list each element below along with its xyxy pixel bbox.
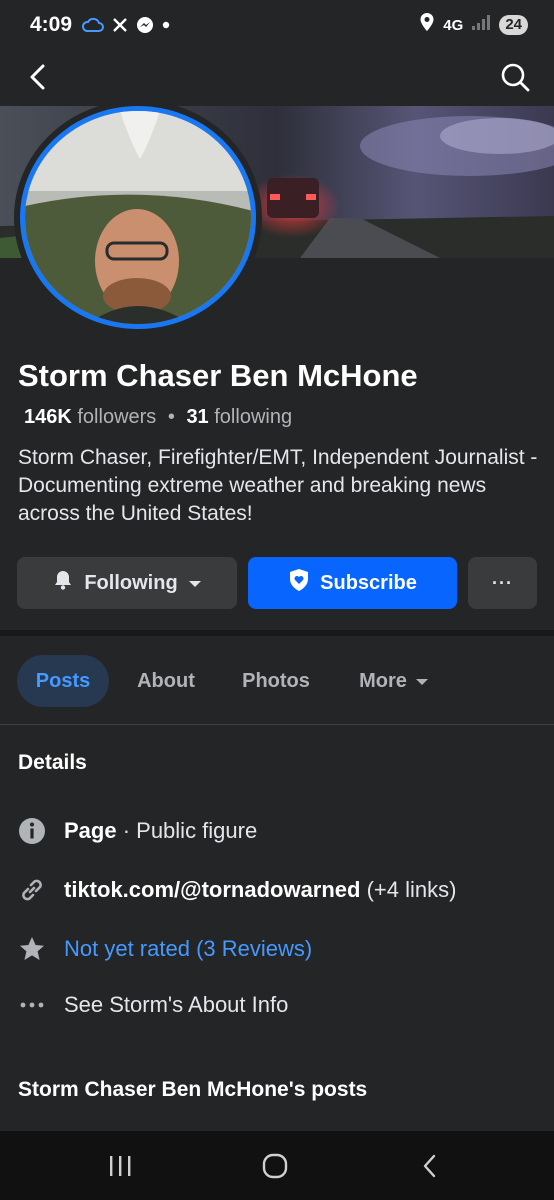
detail-row-link[interactable]: tiktok.com/@tornadowarned (+4 links) (0, 870, 554, 910)
detail-row-about[interactable]: See Storm's About Info (0, 985, 554, 1025)
more-dots-icon (18, 991, 46, 1019)
subscribe-button[interactable]: Subscribe (248, 557, 457, 609)
tab-about[interactable]: About (118, 655, 214, 707)
see-about-info[interactable]: See Storm's About Info (64, 992, 288, 1018)
followers-count[interactable]: 146K (24, 406, 72, 428)
home-icon[interactable] (255, 1151, 295, 1181)
status-time: 4:09 (30, 13, 73, 36)
system-nav-bar (0, 1131, 554, 1200)
network-label: 4G (443, 16, 464, 34)
following-label: Following (84, 571, 178, 594)
search-icon[interactable] (498, 60, 532, 94)
tab-about-label: About (137, 669, 195, 692)
bell-icon (52, 569, 74, 597)
shield-heart-icon (288, 568, 310, 598)
page-category: Page · Public figure (64, 818, 257, 844)
website-link-url[interactable]: tiktok.com/@tornadowarned (64, 877, 360, 902)
tab-posts-label: Posts (35, 669, 91, 692)
following-label[interactable]: following (214, 406, 292, 428)
back-arrow-icon[interactable] (22, 60, 56, 94)
page-category-value: · Public figure (116, 818, 258, 843)
tab-photos-label: Photos (242, 669, 310, 692)
stats-separator: • (167, 406, 175, 428)
website-link[interactable]: tiktok.com/@tornadowarned (+4 links) (64, 877, 456, 903)
tabs-divider (0, 724, 554, 725)
following-button[interactable]: Following (17, 557, 237, 609)
tab-more-label: More (359, 669, 407, 692)
section-divider (0, 630, 554, 636)
detail-row-rating[interactable]: Not yet rated (3 Reviews) (0, 929, 554, 969)
profile-tabs: Posts About Photos More (0, 655, 554, 709)
profile-bio: Storm Chaser, Firefighter/EMT, Independe… (18, 446, 538, 525)
following-count[interactable]: 31 (186, 406, 208, 428)
location-icon (419, 12, 435, 38)
system-back-icon[interactable] (410, 1151, 450, 1181)
followers-label[interactable]: followers (77, 406, 156, 428)
more-links-count[interactable]: (+4 links) (360, 877, 457, 902)
tab-photos[interactable]: Photos (227, 655, 325, 707)
profile-stats: 146K followers • 31 following (24, 406, 292, 429)
page-label: Page (64, 818, 117, 843)
cloud-icon (82, 17, 105, 33)
messenger-icon (136, 16, 154, 34)
rating-link[interactable]: Not yet rated (3 Reviews) (64, 936, 312, 962)
signal-icon (471, 13, 491, 37)
info-icon (18, 817, 46, 845)
more-options-button[interactable]: ··· (468, 557, 537, 609)
chevron-down-icon (188, 572, 202, 595)
status-bar: 4:09 4G 24 (0, 0, 554, 50)
posts-heading: Storm Chaser Ben McHone's posts (18, 1078, 368, 1101)
x-icon (112, 17, 128, 33)
profile-avatar[interactable] (14, 100, 262, 335)
tab-more[interactable]: More (340, 655, 448, 707)
battery-indicator: 24 (499, 15, 528, 35)
dot-icon (162, 21, 170, 29)
tab-posts[interactable]: Posts (17, 655, 109, 707)
link-icon (18, 876, 46, 904)
profile-name: Storm Chaser Ben McHone (18, 358, 418, 393)
details-heading: Details (18, 751, 87, 774)
chevron-down-icon (415, 670, 429, 693)
top-nav (0, 50, 554, 106)
detail-row-page: Page · Public figure (0, 811, 554, 851)
recent-apps-icon[interactable] (100, 1151, 140, 1181)
subscribe-label: Subscribe (320, 571, 417, 594)
more-dots-icon: ··· (492, 572, 513, 593)
star-icon (18, 935, 46, 963)
